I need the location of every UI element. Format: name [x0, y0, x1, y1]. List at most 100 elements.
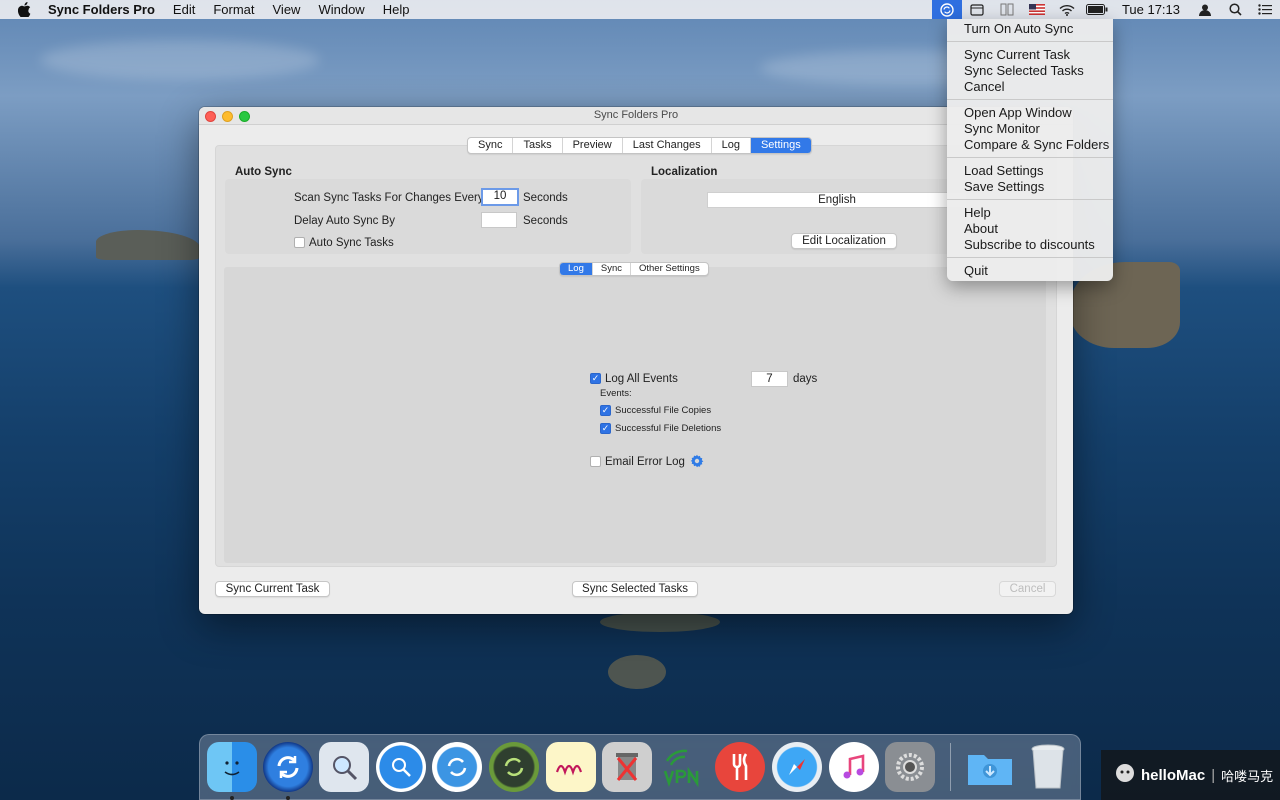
sync-folders-status-icon[interactable] — [931, 0, 962, 19]
tab-settings[interactable]: Settings — [750, 138, 811, 153]
menu-edit[interactable]: Edit — [164, 0, 204, 19]
successful-copies-checkbox[interactable]: ✓ — [600, 405, 611, 416]
title-bar[interactable]: Sync Folders Pro — [199, 107, 1073, 125]
vpn-icon[interactable] — [659, 742, 709, 792]
notification-list-icon[interactable] — [1250, 0, 1280, 19]
tab-sync[interactable]: Sync — [468, 138, 514, 153]
status-menu-dropdown: Turn On Auto Sync Sync Current Task Sync… — [947, 19, 1113, 281]
running-indicator — [230, 796, 234, 800]
spotlight-icon[interactable] — [1220, 0, 1250, 19]
email-error-log-label: Email Error Log — [605, 456, 685, 468]
main-tab-bar: Sync Tasks Preview Last Changes Log Sett… — [467, 137, 812, 154]
watermark-cn: 哈喽马克 — [1221, 768, 1274, 784]
safari-icon[interactable] — [772, 742, 822, 792]
email-error-log-checkbox[interactable] — [590, 456, 601, 467]
dock — [199, 734, 1081, 800]
dock-separator — [950, 743, 951, 791]
tab-tasks[interactable]: Tasks — [513, 138, 563, 153]
wifi-icon[interactable] — [1052, 0, 1082, 19]
subtab-log[interactable]: Log — [560, 263, 593, 275]
menubar-clock[interactable]: Tue 17:13 — [1112, 2, 1190, 17]
trash-tool-icon[interactable] — [602, 742, 652, 792]
sync-folders-pro-icon[interactable] — [263, 742, 313, 792]
menu-separator — [947, 199, 1113, 200]
island — [96, 230, 200, 260]
downloads-folder-icon[interactable] — [965, 742, 1015, 792]
system-preferences-icon[interactable] — [885, 742, 935, 792]
menu-sync-current-task[interactable]: Sync Current Task — [947, 47, 1113, 63]
tab-preview[interactable]: Preview — [563, 138, 623, 153]
menu-about[interactable]: About — [947, 221, 1113, 237]
menu-separator — [947, 257, 1113, 258]
auto-sync-tasks-label: Auto Sync Tasks — [309, 237, 394, 249]
cancel-button[interactable]: Cancel — [999, 581, 1056, 597]
menu-cancel[interactable]: Cancel — [947, 79, 1113, 95]
finder-icon[interactable] — [207, 742, 257, 792]
menu-sync-monitor[interactable]: Sync Monitor — [947, 121, 1113, 137]
columns-icon[interactable] — [992, 0, 1022, 19]
successful-deletions-label: Successful File Deletions — [615, 423, 722, 434]
watermark-brand: helloMac — [1141, 766, 1206, 784]
menu-separator — [947, 41, 1113, 42]
auto-sync-title: Auto Sync — [235, 166, 292, 178]
log-all-events-label: Log All Events — [605, 373, 678, 385]
menu-turn-on-auto-sync[interactable]: Turn On Auto Sync — [947, 21, 1113, 37]
app-window: Sync Folders Pro Auto Sync Scan Sync Tas… — [199, 107, 1073, 614]
itunes-icon[interactable] — [829, 742, 879, 792]
file-magnifier-icon[interactable] — [376, 742, 426, 792]
menu-format[interactable]: Format — [204, 0, 263, 19]
sync-dark-icon[interactable] — [489, 742, 539, 792]
language-select[interactable]: English — [707, 192, 967, 208]
auto-sync-box — [225, 179, 631, 254]
delay-field[interactable] — [481, 212, 517, 228]
menu-compare-sync-folders[interactable]: Compare & Sync Folders — [947, 137, 1113, 153]
successful-deletions-checkbox[interactable]: ✓ — [600, 423, 611, 434]
delay-unit: Seconds — [523, 215, 568, 227]
menu-app-name[interactable]: Sync Folders Pro — [45, 0, 164, 19]
menu-subscribe-discounts[interactable]: Subscribe to discounts — [947, 237, 1113, 253]
gear-icon[interactable] — [690, 454, 704, 468]
successful-copies-label: Successful File Copies — [615, 405, 712, 416]
apple-icon[interactable] — [15, 1, 33, 19]
tab-log[interactable]: Log — [712, 138, 751, 153]
tab-last-changes[interactable]: Last Changes — [623, 138, 712, 153]
sync-blue-icon[interactable] — [432, 742, 482, 792]
auto-sync-tasks-checkbox[interactable] — [294, 237, 305, 248]
watermark-logo-icon — [1115, 763, 1135, 787]
preview-icon[interactable] — [319, 742, 369, 792]
user-icon[interactable] — [1190, 0, 1220, 19]
menu-quit[interactable]: Quit — [947, 263, 1113, 279]
edit-localization-button[interactable]: Edit Localization — [791, 233, 897, 249]
menu-separator — [947, 99, 1113, 100]
log-all-events-checkbox[interactable]: ✓ — [590, 373, 601, 384]
log-days-label: days — [793, 373, 818, 385]
cloud — [40, 40, 320, 80]
sub-tab-bar: Log Sync Other Settings — [559, 262, 709, 276]
trash-icon[interactable] — [1023, 742, 1073, 792]
us-flag-icon[interactable] — [1022, 0, 1052, 19]
scan-interval-field[interactable]: 10 — [481, 188, 519, 206]
menu-separator — [947, 157, 1113, 158]
localization-title: Localization — [651, 166, 718, 178]
sync-selected-tasks-button[interactable]: Sync Selected Tasks — [572, 581, 698, 597]
delay-label: Delay Auto Sync By — [294, 215, 395, 227]
watermark: helloMac | 哈喽马克 — [1101, 750, 1280, 800]
food-app-icon[interactable] — [715, 742, 765, 792]
menu-help-item[interactable]: Help — [947, 205, 1113, 221]
text-edit-icon[interactable] — [546, 742, 596, 792]
subtab-other-settings[interactable]: Other Settings — [631, 263, 708, 275]
calendar-icon[interactable] — [962, 0, 992, 19]
menu-sync-selected-tasks[interactable]: Sync Selected Tasks — [947, 63, 1113, 79]
rock — [608, 655, 666, 689]
menu-help[interactable]: Help — [374, 0, 419, 19]
sync-current-task-button[interactable]: Sync Current Task — [215, 581, 330, 597]
menu-save-settings[interactable]: Save Settings — [947, 179, 1113, 195]
battery-icon[interactable] — [1082, 0, 1112, 19]
menu-window[interactable]: Window — [309, 0, 373, 19]
log-days-field[interactable]: 7 — [751, 371, 788, 387]
scan-interval-unit: Seconds — [523, 192, 568, 204]
subtab-sync[interactable]: Sync — [593, 263, 631, 275]
menu-load-settings[interactable]: Load Settings — [947, 163, 1113, 179]
menu-open-app-window[interactable]: Open App Window — [947, 105, 1113, 121]
menu-view[interactable]: View — [264, 0, 310, 19]
